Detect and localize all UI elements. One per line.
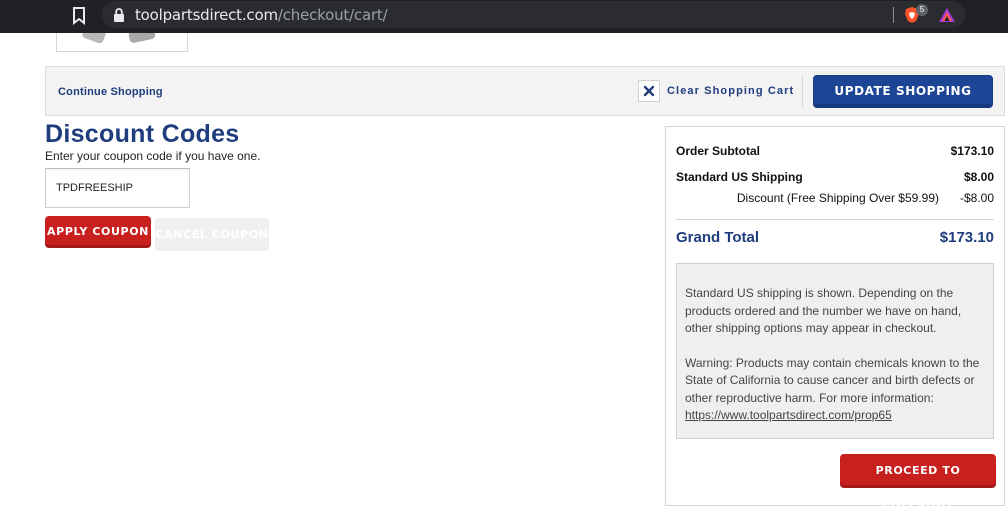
order-totals-panel: Order Subtotal $173.10 Standard US Shipp… (665, 126, 1005, 511)
update-cart-button[interactable]: UPDATE SHOPPING CART (813, 75, 993, 129)
prop65-link[interactable]: https://www.toolpartsdirect.com/prop65 (685, 408, 892, 422)
subtotal-value: $173.10 (950, 144, 994, 158)
product-image-part (81, 33, 107, 45)
shipping-info-box: Standard US shipping is shown. Depending… (676, 263, 994, 439)
prop65-warning-text: Warning: Products may contain chemicals … (685, 355, 980, 405)
url-host: toolpartsdirect.com (135, 6, 278, 24)
discount-title: Discount Codes (45, 120, 240, 148)
shipping-value: $8.00 (963, 170, 994, 184)
toolbar-divider (893, 7, 894, 23)
url-text[interactable]: toolpartsdirect.com/checkout/cart/ (135, 6, 388, 24)
proceed-to-checkout-button[interactable]: PROCEED TO CHECKOUT (840, 454, 996, 511)
shipping-info-text: Standard US shipping is shown. Depending… (685, 286, 962, 335)
product-image-part (128, 33, 156, 44)
shield-count-badge: 5 (916, 4, 928, 16)
bookmark-icon[interactable] (72, 7, 86, 25)
discount-value: -$8.00 (959, 191, 994, 205)
actions-divider (802, 75, 803, 108)
discount-label: Discount (Free Shipping Over $59.99) (736, 191, 939, 205)
grand-total-value: $173.10 (939, 229, 994, 246)
product-thumbnail[interactable] (56, 33, 188, 52)
subtotal-label: Order Subtotal (676, 144, 761, 158)
cancel-coupon-button[interactable]: CANCEL COUPON (155, 218, 269, 251)
url-path: /checkout/cart/ (277, 6, 388, 24)
continue-shopping-link[interactable]: Continue Shopping (58, 86, 163, 98)
browser-toolbar: toolpartsdirect.com/checkout/cart/ 5 (0, 0, 1008, 33)
discount-subtitle: Enter your coupon code if you have one. (45, 149, 261, 163)
totals-divider (676, 219, 994, 220)
close-icon[interactable] (638, 80, 660, 102)
lock-icon[interactable] (113, 7, 125, 23)
clear-cart-label: Clear Shopping Cart (667, 85, 795, 97)
grand-total-label: Grand Total (676, 229, 760, 246)
prop65-warning: Warning: Products may contain chemicals … (685, 355, 985, 425)
cart-actions-bar: Continue Shopping Clear Shopping Cart UP… (45, 66, 1005, 129)
brave-rewards-icon[interactable] (938, 7, 956, 23)
coupon-code-input[interactable] (45, 168, 190, 208)
apply-coupon-button[interactable]: APPLY COUPON (45, 216, 151, 248)
shipping-label: Standard US Shipping (676, 170, 803, 184)
